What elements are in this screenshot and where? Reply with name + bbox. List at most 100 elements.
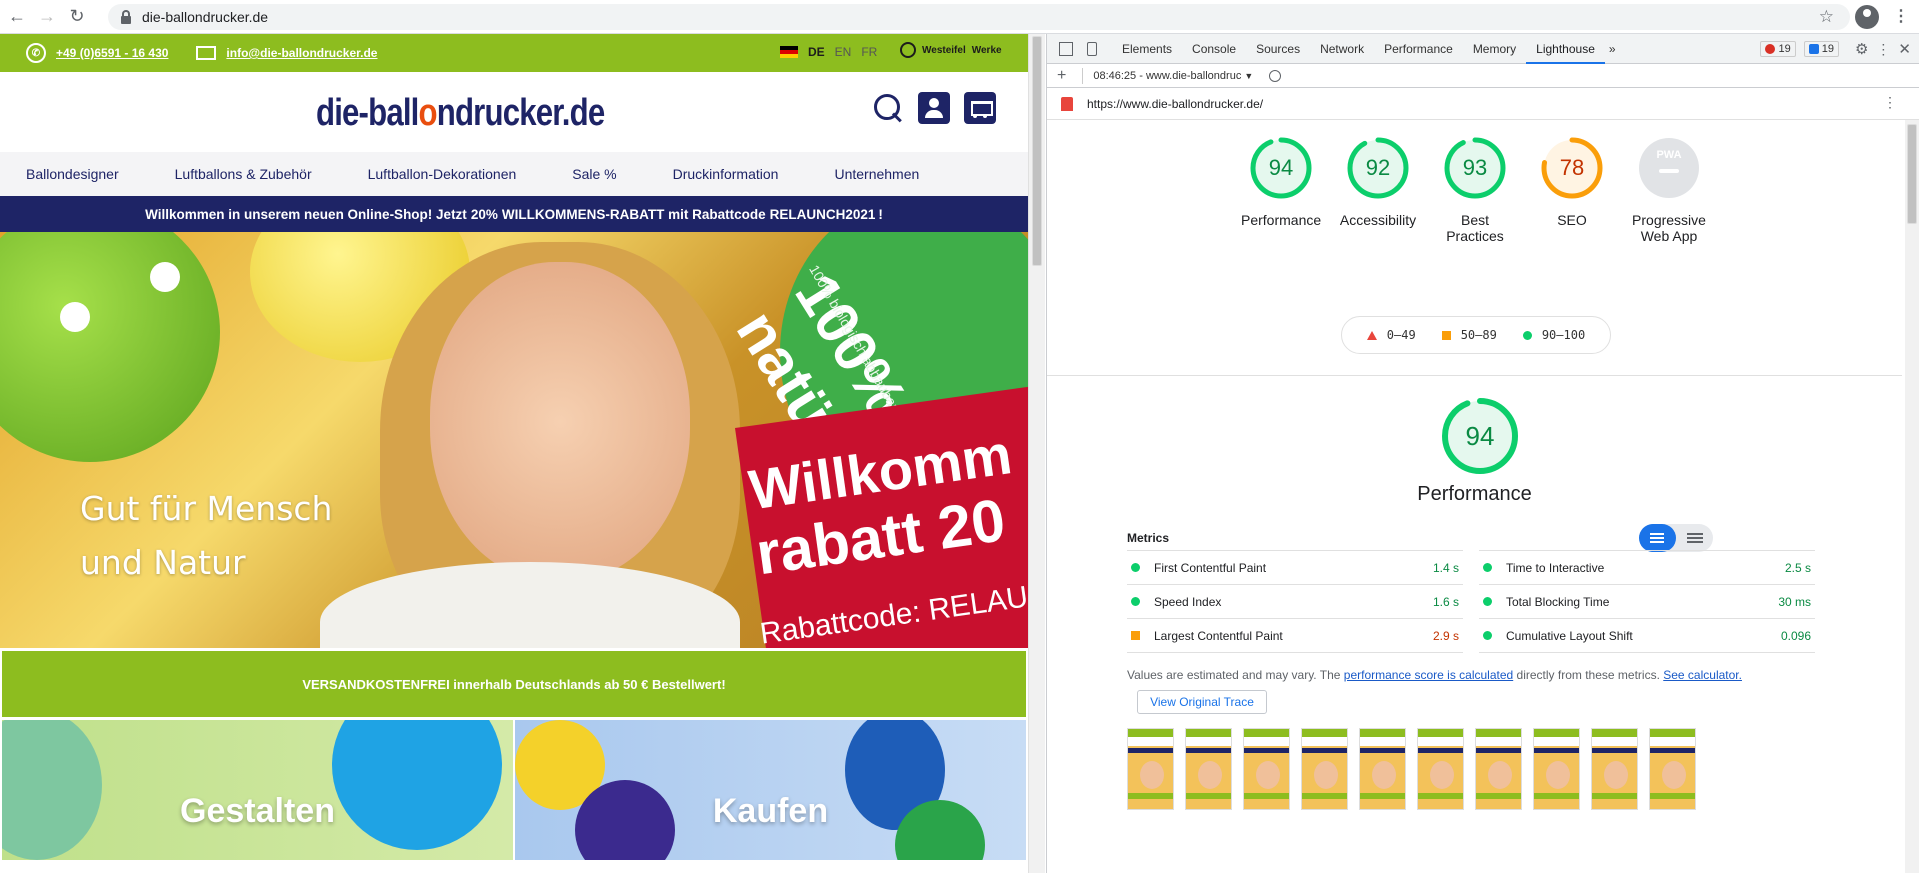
metric-label: First Contentful Paint [1154, 560, 1267, 575]
hero-headline: Gut für Mensch und Natur [80, 482, 332, 590]
score-label: Accessibility [1339, 212, 1417, 228]
message-count-badge[interactable]: 19 [1803, 41, 1839, 57]
metric-label: Time to Interactive [1506, 560, 1605, 575]
settings-gear-icon[interactable]: ⚙ [1855, 40, 1868, 58]
lang-en[interactable]: EN [835, 45, 852, 59]
tile-gestalten[interactable]: Gestalten [2, 720, 513, 860]
reload-button[interactable]: ↻ [62, 2, 92, 32]
average-square-icon [1441, 330, 1451, 340]
lighthouse-report: 94 Performance 92 Accessibility 93 Best Pract… [1047, 120, 1902, 873]
chevron-down-icon[interactable]: ▼ [1244, 71, 1253, 81]
pass-circle-icon [1522, 330, 1532, 340]
devtools-tabbar: Elements Console Sources Network Perform… [1047, 34, 1919, 64]
westeifel-werke-logo[interactable]: Westeifel Werke [900, 42, 1002, 58]
view-original-trace-button[interactable]: View Original Trace [1137, 690, 1267, 714]
score-label: Performance [1241, 212, 1322, 228]
search-icon[interactable] [872, 92, 904, 124]
logo-part-2: ndrucker.de [436, 92, 605, 134]
metrics-bottom-border [1127, 652, 1815, 653]
website-scrollbar[interactable] [1028, 34, 1045, 873]
devtools-menu-icon[interactable]: ⋮ [1876, 41, 1890, 58]
score-gauge[interactable]: 94 Performance [1241, 136, 1321, 244]
nav-sale[interactable]: Sale % [572, 166, 616, 182]
filmstrip-frame [1359, 728, 1406, 810]
main-navigation: Ballondesigner Luftballons & Zubehör Luf… [0, 152, 1028, 196]
promo-percent: 20% [470, 206, 498, 222]
score-calculated-link[interactable]: performance score is calculated [1344, 668, 1513, 682]
nav-unternehmen[interactable]: Unternehmen [834, 166, 919, 182]
metric-label: Cumulative Layout Shift [1506, 628, 1633, 643]
nav-luftballons-zubehoer[interactable]: Luftballons & Zubehör [175, 166, 312, 182]
lang-fr[interactable]: FR [861, 45, 877, 59]
address-text: die-ballondrucker.de [142, 9, 269, 25]
metric-row: Time to Interactive 2.5 s [1479, 550, 1815, 584]
promo-code: RELAUNCH2021 [769, 206, 876, 222]
score-gauge[interactable]: 92 Accessibility [1338, 136, 1418, 244]
tab-memory[interactable]: Memory [1463, 34, 1526, 64]
browser-toolbar: ← → ↻ die-ballondrucker.de ☆ ⋮ [0, 0, 1919, 34]
score-value: 92 [1365, 155, 1391, 180]
devtools-panel: Elements Console Sources Network Perform… [1046, 34, 1919, 873]
tab-lighthouse[interactable]: Lighthouse [1526, 34, 1605, 64]
account-icon[interactable] [918, 92, 950, 124]
filmstrip-frame [1243, 728, 1290, 810]
score-label: Best Practices [1446, 212, 1504, 244]
tab-console[interactable]: Console [1182, 34, 1246, 64]
nav-druckinformation[interactable]: Druckinformation [673, 166, 779, 182]
tab-sources[interactable]: Sources [1246, 34, 1310, 64]
balloon-dot [60, 302, 90, 332]
site-logo[interactable]: die-ballondrucker.de [316, 92, 605, 135]
forward-button[interactable]: → [32, 2, 62, 32]
score-ring: 92 [1346, 136, 1410, 200]
device-toolbar-icon[interactable] [1087, 41, 1097, 56]
see-calculator-link[interactable]: See calculator. [1663, 668, 1742, 682]
profile-avatar[interactable] [1855, 5, 1879, 29]
tab-performance[interactable]: Performance [1374, 34, 1463, 64]
clear-reports-icon[interactable] [1269, 69, 1282, 82]
email-link[interactable]: info@die-ballondrucker.de [226, 46, 377, 60]
more-tabs-button[interactable]: » [1605, 34, 1620, 64]
nav-ballondesigner[interactable]: Ballondesigner [26, 166, 119, 182]
report-menu-icon[interactable]: ⋮ [1883, 94, 1897, 111]
metric-row: Cumulative Layout Shift 0.096 [1479, 618, 1815, 652]
metrics-heading: Metrics [1127, 531, 1170, 545]
back-button[interactable]: ← [2, 2, 32, 32]
bookmark-star-icon[interactable]: ☆ [1819, 7, 1834, 27]
hero-line-1: Gut für Mensch [80, 489, 333, 528]
green-balloon-image [0, 232, 220, 462]
score-gauge[interactable]: PWA Progressive Web App [1629, 136, 1709, 244]
lang-de[interactable]: DE [808, 45, 825, 59]
report-selector[interactable]: 08:46:25 - www.die-ballondruc [1093, 70, 1241, 82]
filmstrip-frame [1301, 728, 1348, 810]
message-icon [1808, 44, 1819, 54]
fail-triangle-icon [1366, 330, 1377, 340]
score-gauge[interactable]: 93 Best Practices [1435, 136, 1515, 244]
error-count-badge[interactable]: 19 [1760, 41, 1796, 57]
phone-link[interactable]: +49 (0)6591 - 16 430 [56, 46, 168, 60]
hero-line-2: und Natur [80, 543, 246, 582]
metric-row: Total Blocking Time 30 ms [1479, 584, 1815, 618]
browser-menu-icon[interactable]: ⋮ [1893, 6, 1909, 26]
report-scrollbar[interactable] [1905, 120, 1919, 873]
compact-view-icon[interactable] [1650, 533, 1664, 543]
tab-elements[interactable]: Elements [1112, 34, 1182, 64]
performance-title: Performance [1417, 483, 1532, 505]
note-text-1: Values are estimated and may vary. The [1127, 668, 1344, 682]
cart-icon[interactable] [964, 92, 996, 124]
hero-banner[interactable]: 100% natürlich 100% biologisch abbaubar … [0, 232, 1028, 648]
expanded-view-icon[interactable] [1687, 533, 1703, 543]
address-bar[interactable]: die-ballondrucker.de ☆ [108, 4, 1850, 30]
pass-circle-icon [1483, 597, 1492, 606]
new-report-icon[interactable]: + [1057, 67, 1066, 85]
close-devtools-icon[interactable]: ✕ [1898, 40, 1911, 58]
inspect-element-icon[interactable] [1059, 41, 1073, 56]
metric-value: 30 ms [1778, 594, 1811, 609]
metrics-view-toggle[interactable] [1639, 524, 1713, 552]
tile-kaufen[interactable]: Kaufen [515, 720, 1026, 860]
tab-network[interactable]: Network [1310, 34, 1374, 64]
tile-gestalten-title: Gestalten [180, 792, 335, 830]
report-url[interactable]: https://www.die-ballondrucker.de/ [1087, 97, 1263, 111]
nav-luftballon-dekorationen[interactable]: Luftballon-Dekorationen [368, 166, 517, 182]
score-gauge[interactable]: 78 SEO [1532, 136, 1612, 244]
lighthouse-toolbar: + 08:46:25 - www.die-ballondruc ▼ [1047, 64, 1919, 88]
